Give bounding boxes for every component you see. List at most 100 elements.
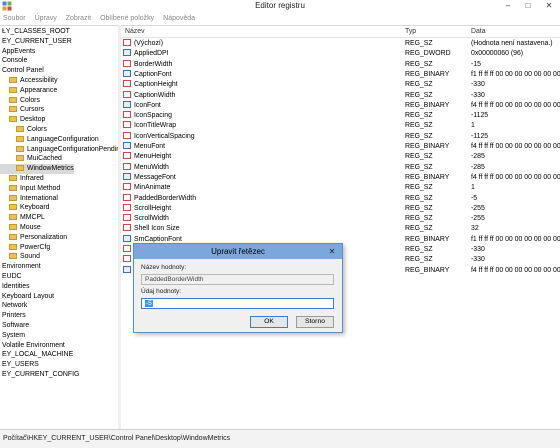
edit-string-dialog: Upravit řetězec ✕ Název hodnoty: PaddedB… bbox=[133, 243, 343, 333]
value-row[interactable]: IconSpacing REG_SZ -1125 bbox=[121, 111, 560, 121]
value-row[interactable]: ScrollWidth REG_SZ -255 bbox=[121, 214, 560, 224]
close-button[interactable]: ✕ bbox=[538, 0, 560, 12]
tree-item-label: Software bbox=[2, 322, 30, 329]
tree-item[interactable]: MMCPL bbox=[0, 213, 45, 223]
tree-item[interactable]: EY_CURRENT_USER bbox=[0, 37, 72, 47]
maximize-button[interactable]: □ bbox=[518, 0, 538, 12]
tree-item[interactable]: Printers bbox=[0, 311, 26, 321]
tree-item[interactable]: Network bbox=[0, 301, 27, 311]
tree-item[interactable]: EY_LOCAL_MACHINE bbox=[0, 350, 73, 360]
tree-item[interactable]: Software bbox=[0, 321, 29, 331]
binary-icon bbox=[123, 265, 131, 273]
tree-item[interactable]: Control Panel bbox=[0, 66, 44, 76]
value-name-cell: MenuHeight bbox=[123, 152, 401, 162]
folder-icon bbox=[9, 175, 17, 181]
tree-item[interactable]: Identities bbox=[0, 282, 30, 292]
tree-item[interactable]: Environment bbox=[0, 262, 41, 272]
ok-button[interactable]: OK bbox=[250, 316, 288, 328]
tree-item[interactable]: Appearance bbox=[0, 86, 57, 96]
tree-item[interactable]: Colors bbox=[0, 96, 40, 106]
menu-file[interactable]: Soubor bbox=[3, 15, 26, 22]
tree-item[interactable]: Keyboard Layout bbox=[0, 292, 54, 302]
tree-item[interactable]: System bbox=[0, 331, 25, 341]
value-name-cell: Shell Icon Size bbox=[123, 224, 401, 234]
tree-item[interactable]: Mouse bbox=[0, 223, 41, 233]
tree-item-label: EUDC bbox=[2, 273, 22, 280]
tree-item-label: Sound bbox=[20, 253, 40, 261]
tree-item[interactable]: Accessibility bbox=[0, 76, 58, 86]
tree-item[interactable]: EUDC bbox=[0, 272, 22, 282]
tree-item[interactable]: EY_CURRENT_CONFIG bbox=[0, 370, 79, 380]
folder-icon bbox=[9, 86, 17, 93]
list-header: Název Typ Data bbox=[121, 26, 560, 38]
value-type: REG_SZ bbox=[405, 184, 433, 192]
folder-icon bbox=[16, 155, 24, 162]
tree-item-label: System bbox=[2, 331, 25, 339]
value-row[interactable]: IconFont REG_BINARY f4 ff ff ff 00 00 00 0… bbox=[121, 100, 560, 111]
tree-item[interactable]: MuiCached bbox=[0, 154, 62, 164]
tree-item[interactable]: WindowMetrics bbox=[0, 164, 74, 175]
value-row[interactable]: MenuHeight REG_SZ -285 bbox=[121, 152, 560, 162]
tree-item[interactable]: Colors bbox=[0, 125, 47, 135]
value-row[interactable]: MessageFont REG_BINARY f4 ff ff ff 00 00 0… bbox=[121, 172, 560, 183]
tree-item-label: Input Method bbox=[20, 184, 61, 192]
value-row[interactable]: IconVerticalSpacing REG_SZ -1125 bbox=[121, 131, 560, 142]
value-row[interactable]: ScrollHeight REG_SZ -255 bbox=[121, 203, 560, 214]
tree-item[interactable]: ŁY_CLASSES_ROOT bbox=[0, 27, 70, 37]
column-header-type[interactable]: Typ bbox=[405, 28, 416, 35]
value-row[interactable]: CaptionWidth REG_SZ -330 bbox=[121, 90, 560, 101]
tree-item-label: Colors bbox=[27, 126, 47, 133]
value-row[interactable]: MenuWidth REG_SZ -285 bbox=[121, 162, 560, 173]
folder-icon bbox=[9, 233, 17, 240]
tree-item[interactable]: Console bbox=[0, 56, 27, 66]
dialog-close-button[interactable]: ✕ bbox=[325, 246, 339, 257]
tree-item[interactable]: AppEvents bbox=[0, 47, 35, 57]
tree-item[interactable]: International bbox=[0, 194, 58, 204]
ab-icon bbox=[123, 224, 131, 232]
tree-item[interactable]: Cursors bbox=[0, 105, 44, 115]
value-row[interactable]: BorderWidth REG_SZ -15 bbox=[121, 59, 560, 70]
value-row[interactable]: CaptionFont REG_BINARY f1 ff ff ff 00 00 0… bbox=[121, 69, 560, 80]
folder-icon bbox=[9, 194, 17, 201]
value-row[interactable]: MenuFont REG_BINARY f4 ff ff ff 00 00 00 0… bbox=[121, 142, 560, 152]
tree-item[interactable]: LanguageConfigurationPending bbox=[0, 145, 118, 155]
tree-item[interactable]: LanguageConfiguration bbox=[0, 135, 99, 145]
menu-edit[interactable]: Úpravy bbox=[35, 15, 57, 22]
value-name-cell: MinAnimate bbox=[123, 183, 401, 193]
value-row[interactable]: CaptionHeight REG_SZ -330 bbox=[121, 80, 560, 90]
tree-item[interactable]: Keyboard bbox=[0, 203, 50, 213]
tree-item[interactable]: EY_USERS bbox=[0, 360, 39, 370]
ab-icon bbox=[123, 80, 131, 88]
tree-item[interactable]: Volatile Environment bbox=[0, 341, 65, 351]
value-row[interactable]: (Výchozí) REG_SZ (Hodnota není nastavena.) bbox=[121, 39, 560, 49]
cancel-button[interactable]: Storno bbox=[296, 316, 334, 328]
tree-item-label: Volatile Environment bbox=[2, 341, 65, 349]
value-name: IconSpacing bbox=[134, 112, 172, 120]
tree-item[interactable]: PowerCfg bbox=[0, 243, 50, 253]
value-type: REG_SZ bbox=[405, 132, 433, 140]
value-row[interactable]: IconTitleWrap REG_SZ 1 bbox=[121, 121, 560, 131]
tree-item-label: AppEvents bbox=[2, 47, 36, 55]
value-row[interactable]: PaddedBorderWidth REG_SZ -5 bbox=[121, 193, 560, 204]
value-row[interactable]: AppliedDPI REG_DWORD 0x00000060 (96) bbox=[121, 49, 560, 59]
menu-favorites[interactable]: Oblíbené položky bbox=[100, 15, 154, 22]
column-header-data[interactable]: Data bbox=[471, 28, 486, 35]
menu-help[interactable]: Nápověda bbox=[163, 15, 195, 22]
menu-view[interactable]: Zobrazit bbox=[66, 15, 91, 22]
value-name: CaptionHeight bbox=[134, 81, 178, 89]
tree-item[interactable]: Input Method bbox=[0, 184, 60, 194]
value-row[interactable]: MinAnimate REG_SZ 1 bbox=[121, 183, 560, 193]
column-header-name[interactable]: Název bbox=[125, 28, 145, 35]
value-data-input[interactable]: -5 bbox=[141, 298, 334, 309]
tree-item[interactable]: Desktop bbox=[0, 115, 45, 125]
tree-item[interactable]: Personalization bbox=[0, 233, 67, 243]
value-name: ScrollWidth bbox=[134, 215, 169, 223]
value-name: SmCaptionFont bbox=[134, 235, 182, 243]
value-row[interactable]: Shell Icon Size REG_SZ 32 bbox=[121, 224, 560, 234]
registry-tree[interactable]: ŁY_CLASSES_ROOT EY_CURRENT_USER AppEvents C… bbox=[0, 25, 118, 429]
window-title: Editor registru bbox=[255, 1, 305, 10]
tree-item[interactable]: Infrared bbox=[0, 174, 44, 184]
tree-item[interactable]: Sound bbox=[0, 252, 40, 262]
values-list[interactable]: Název Typ Data (Výchozí) REG_SZ (Hodnota n… bbox=[121, 25, 560, 429]
minimize-button[interactable]: – bbox=[498, 0, 518, 12]
